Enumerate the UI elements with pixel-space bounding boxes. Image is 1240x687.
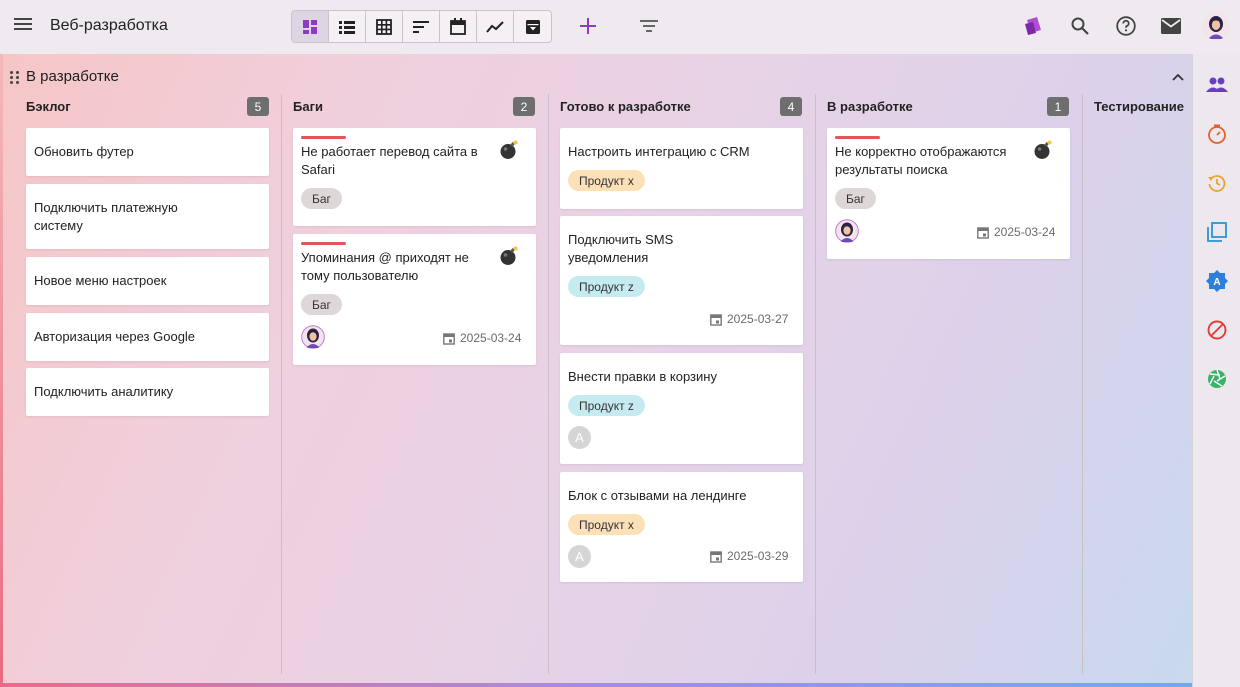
group-header: В разработке (10, 68, 119, 85)
column-title-in-progress: В разработке (827, 99, 913, 114)
column-divider (815, 94, 816, 674)
card-title: Не работает перевод сайта в Safari (301, 144, 478, 177)
search-icon[interactable] (1067, 13, 1093, 39)
card-title: Обновить футер (34, 144, 134, 159)
task-card[interactable]: Внести правки в корзину Продукт z A (560, 353, 803, 464)
task-card[interactable]: Не работает перевод сайта в Safari Баг (293, 128, 536, 226)
board-left-edge (0, 54, 3, 687)
archive-icon[interactable] (514, 11, 551, 42)
due-date: 2025-03-24 (443, 331, 521, 345)
task-card[interactable]: Авторизация через Google (26, 313, 269, 361)
task-card[interactable]: Обновить футер (26, 128, 269, 176)
column-title-ready: Готово к разработке (560, 99, 691, 114)
task-card[interactable]: Подключить платежную систему (26, 184, 269, 249)
tag-chip: Продукт z (568, 395, 645, 416)
task-card[interactable]: Упоминания @ приходят не тому пользовател… (293, 234, 536, 365)
layers-icon[interactable] (1205, 220, 1229, 244)
user-avatar[interactable] (1202, 12, 1230, 40)
due-date: 2025-03-29 (710, 549, 788, 563)
column-title-testing: Тестирование (1094, 99, 1184, 114)
dashboard-icon[interactable] (292, 11, 329, 42)
calendar-icon (977, 226, 989, 239)
priority-bar (301, 242, 346, 245)
column-divider (548, 94, 549, 674)
column-title-bugs: Баги (293, 99, 323, 114)
bomb-icon (499, 246, 519, 266)
assignee-avatar[interactable]: A (568, 426, 591, 449)
task-card[interactable]: Настроить интеграцию с CRM Продукт x (560, 128, 803, 209)
task-card[interactable]: Подключить аналитику (26, 368, 269, 416)
bomb-icon (499, 140, 519, 160)
column-count-backlog: 5 (247, 97, 269, 116)
top-bar: Веб-разработка (0, 0, 1240, 54)
chart-icon[interactable] (477, 11, 514, 42)
tag-chip: Баг (301, 188, 342, 209)
table-icon[interactable] (366, 11, 403, 42)
timer-icon[interactable] (1205, 122, 1229, 146)
tag-chip: Продукт z (568, 276, 645, 297)
card-title: Подключить платежную систему (34, 200, 178, 233)
tag-chip: Баг (835, 188, 876, 209)
calendar-icon[interactable] (440, 11, 477, 42)
card-title: Упоминания @ приходят не тому пользовател… (301, 250, 469, 283)
view-switcher (291, 10, 552, 43)
priority-bar (835, 136, 880, 139)
app-title: Веб-разработка (50, 17, 168, 34)
assignee-avatar[interactable] (835, 219, 859, 243)
board-bottom-edge (0, 683, 1192, 687)
right-sidebar: A (1192, 54, 1240, 687)
badge-a-icon[interactable]: A (1205, 269, 1229, 293)
block-icon[interactable] (1205, 318, 1229, 342)
mail-icon[interactable] (1158, 13, 1184, 39)
task-card[interactable]: Подключить SMS уведомления Продукт z 2025… (560, 216, 803, 345)
tag-chip: Баг (301, 294, 342, 315)
assignee-avatar[interactable]: A (568, 545, 591, 568)
column-divider (1082, 94, 1083, 674)
aperture-icon[interactable] (1205, 367, 1229, 391)
bomb-icon (1033, 140, 1053, 160)
history-icon[interactable] (1205, 171, 1229, 195)
task-card[interactable]: Блок с отзывами на лендинге Продукт x A … (560, 472, 803, 582)
help-icon[interactable] (1113, 13, 1139, 39)
task-card[interactable]: Не корректно отображаются результаты поис… (827, 128, 1070, 259)
card-title: Подключить SMS уведомления (568, 232, 674, 265)
filter-icon[interactable] (638, 15, 660, 37)
add-icon[interactable] (577, 15, 599, 37)
card-title: Внести правки в корзину (568, 369, 717, 384)
svg-text:A: A (1213, 277, 1220, 288)
card-title: Авторизация через Google (34, 329, 196, 344)
tag-chip: Продукт x (568, 514, 645, 535)
drag-handle-icon[interactable] (10, 70, 20, 84)
calendar-icon (710, 313, 722, 326)
column-count-in-progress: 1 (1047, 97, 1069, 116)
group-title: В разработке (26, 68, 119, 85)
chevron-up-icon[interactable] (1170, 70, 1186, 86)
card-title: Не корректно отображаются результаты поис… (835, 144, 1007, 177)
due-date: 2025-03-27 (710, 312, 788, 326)
tag-chip: Продукт x (568, 170, 645, 191)
sort-icon[interactable] (403, 11, 440, 42)
list-icon[interactable] (329, 11, 366, 42)
column-divider (281, 94, 282, 674)
task-card[interactable]: Новое меню настроек (26, 257, 269, 305)
calendar-icon (443, 332, 455, 345)
people-icon[interactable] (1205, 73, 1229, 97)
hamburger-menu-icon[interactable] (12, 15, 34, 37)
assignee-avatar[interactable] (301, 325, 325, 349)
card-title: Блок с отзывами на лендинге (568, 488, 747, 503)
calendar-icon (710, 550, 722, 563)
priority-bar (301, 136, 346, 139)
card-title: Настроить интеграцию с CRM (568, 144, 750, 159)
column-title-backlog: Бэклог (26, 99, 71, 114)
card-title: Подключить аналитику (34, 384, 174, 399)
column-count-bugs: 2 (513, 97, 535, 116)
due-date: 2025-03-24 (977, 225, 1055, 239)
cards-icon[interactable] (1021, 13, 1047, 39)
card-title: Новое меню настроек (34, 273, 167, 288)
column-count-ready: 4 (780, 97, 802, 116)
